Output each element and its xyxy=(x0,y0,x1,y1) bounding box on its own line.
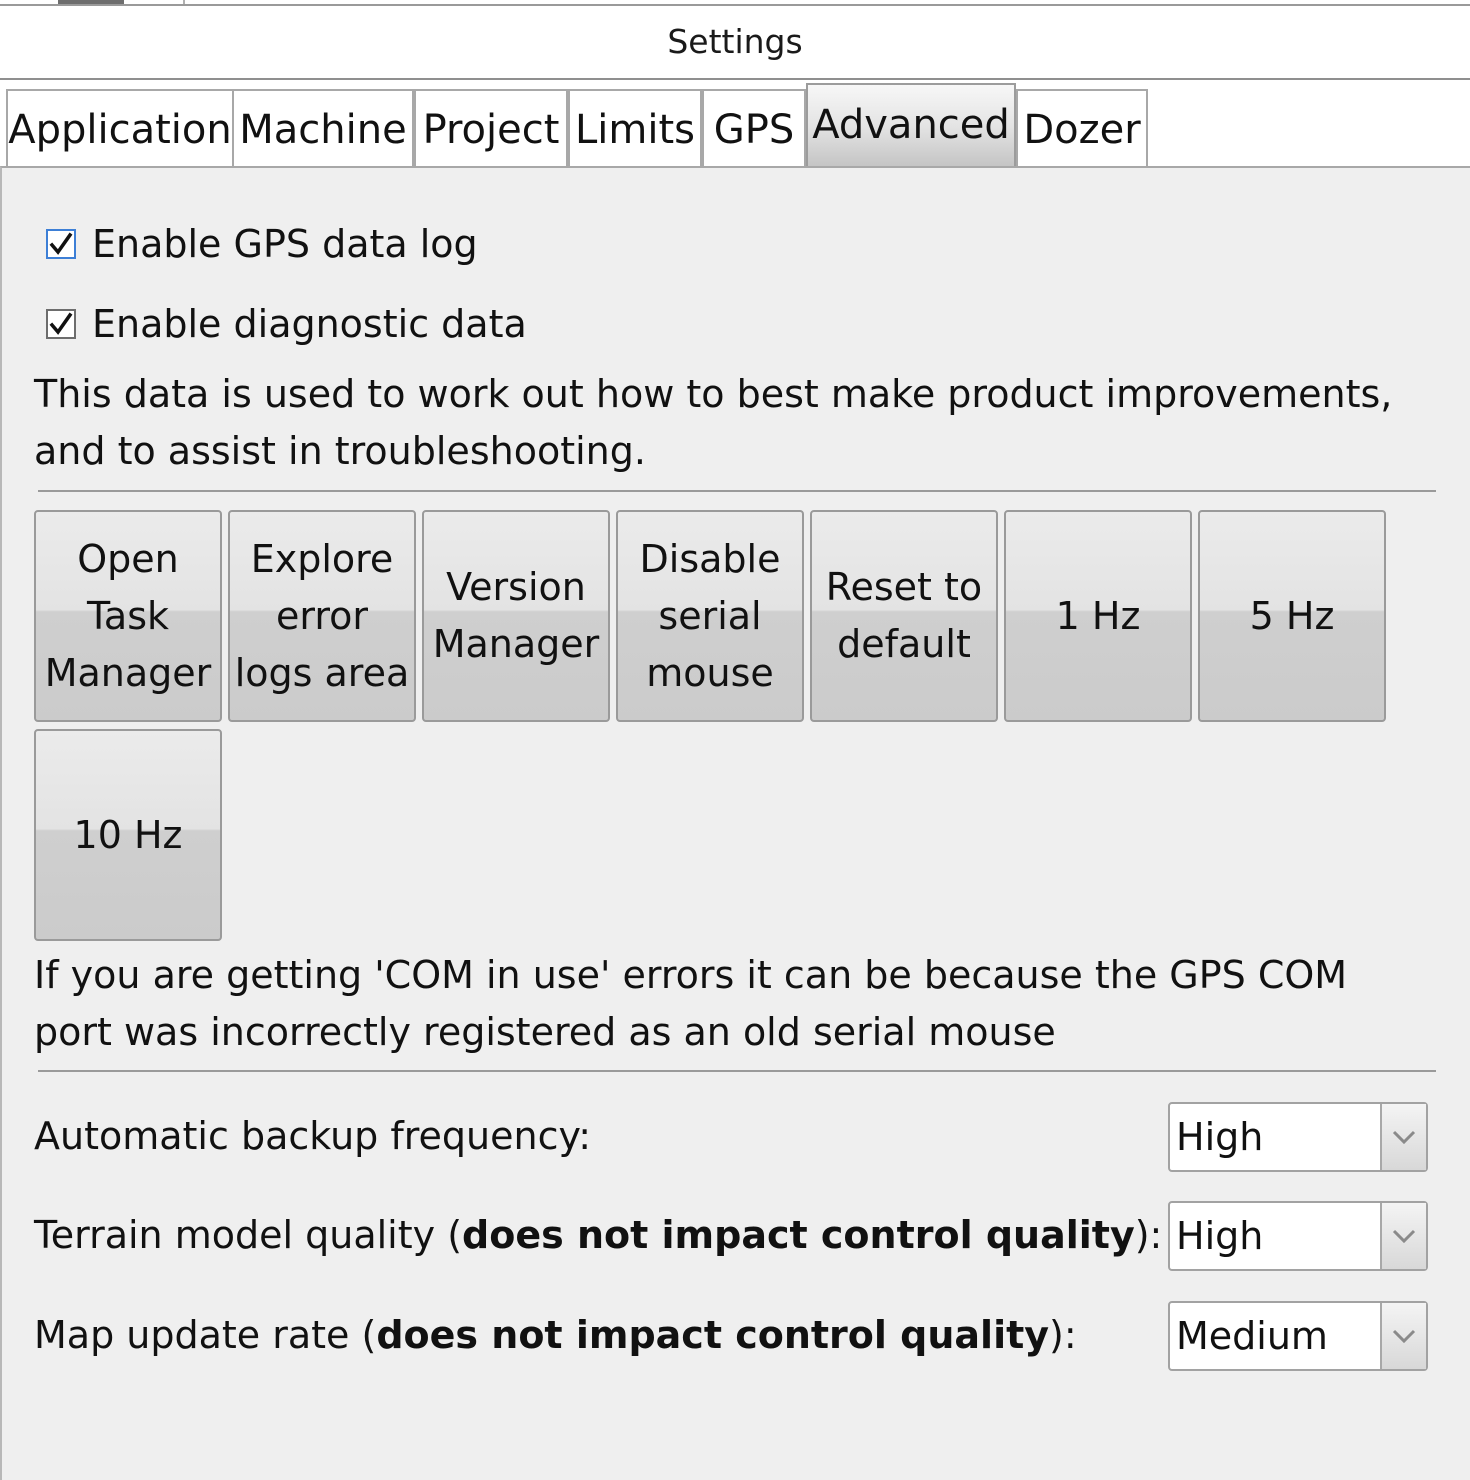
tab-limits[interactable]: Limits xyxy=(568,89,702,167)
tab-machine[interactable]: Machine xyxy=(232,89,414,167)
chevron-down-icon xyxy=(1392,1130,1416,1145)
tab-strip: Application Machine Project Limits GPS A… xyxy=(0,80,1470,168)
chevron-down-icon xyxy=(1392,1329,1416,1344)
diagnostic-checkbox[interactable] xyxy=(46,309,76,339)
terrain-quality-dropdown[interactable] xyxy=(1380,1203,1426,1269)
reset-to-default-button[interactable]: Reset to default xyxy=(810,510,998,722)
tab-dozer[interactable]: Dozer xyxy=(1016,89,1148,167)
divider xyxy=(38,490,1436,492)
backup-frequency-dropdown[interactable] xyxy=(1380,1104,1426,1170)
diagnostic-note: This data is used to work out how to bes… xyxy=(34,372,1393,473)
backup-frequency-select[interactable]: High xyxy=(1168,1102,1428,1172)
gps-log-label: Enable GPS data log xyxy=(92,222,478,266)
rate-5hz-button[interactable]: 5 Hz xyxy=(1198,510,1386,722)
checkmark-icon xyxy=(49,312,73,335)
backup-frequency-label: Automatic backup frequency: xyxy=(34,1114,592,1158)
tab-application[interactable]: Application xyxy=(6,89,234,167)
chevron-down-icon xyxy=(1392,1229,1416,1244)
open-task-manager-button[interactable]: Open Task Manager xyxy=(34,510,222,722)
rate-10hz-button[interactable]: 10 Hz xyxy=(34,729,222,941)
divider xyxy=(38,1070,1436,1072)
advanced-panel: Enable GPS data log Enable diagnostic da… xyxy=(0,166,1470,1480)
map-update-rate-dropdown[interactable] xyxy=(1380,1303,1426,1369)
tab-gps[interactable]: GPS xyxy=(702,89,806,167)
map-update-rate-value: Medium xyxy=(1176,1314,1328,1358)
map-update-rate-label: Map update rate (does not impact control… xyxy=(34,1313,1077,1357)
tab-advanced[interactable]: Advanced xyxy=(806,83,1016,167)
backup-frequency-value: High xyxy=(1176,1115,1264,1159)
strip-separator xyxy=(183,0,185,4)
version-manager-button[interactable]: Version Manager xyxy=(422,510,610,722)
rate-1hz-button[interactable]: 1 Hz xyxy=(1004,510,1192,722)
checkmark-icon xyxy=(49,232,73,255)
terrain-quality-value: High xyxy=(1176,1214,1264,1258)
terrain-quality-label: Terrain model quality (does not impact c… xyxy=(34,1213,1163,1257)
strip-handle xyxy=(58,0,124,4)
explore-error-logs-button[interactable]: Explore error logs area xyxy=(228,510,416,722)
title-bar: Settings xyxy=(0,6,1470,80)
disable-serial-mouse-button[interactable]: Disable serial mouse xyxy=(616,510,804,722)
terrain-quality-select[interactable]: High xyxy=(1168,1201,1428,1271)
map-update-rate-select[interactable]: Medium xyxy=(1168,1301,1428,1371)
window-title: Settings xyxy=(667,22,803,61)
com-note: If you are getting 'COM in use' errors i… xyxy=(34,953,1348,1054)
gps-log-row[interactable]: Enable GPS data log xyxy=(46,222,478,266)
gps-log-checkbox[interactable] xyxy=(46,229,76,259)
diagnostic-row[interactable]: Enable diagnostic data xyxy=(46,302,527,346)
tab-project[interactable]: Project xyxy=(414,89,568,167)
diagnostic-label: Enable diagnostic data xyxy=(92,302,527,346)
